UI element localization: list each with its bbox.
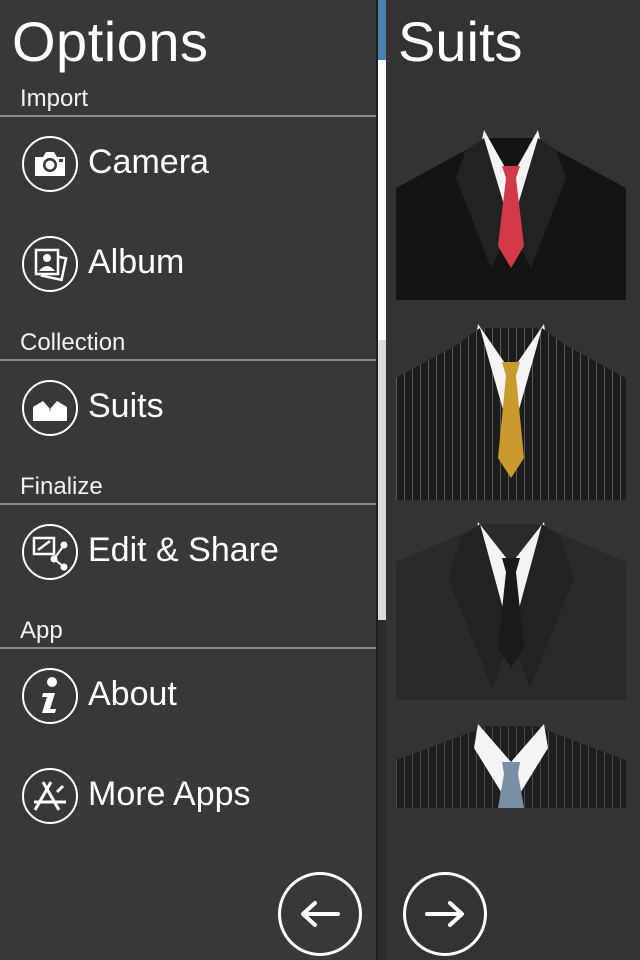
suit-icon [22, 380, 78, 436]
menu-item-suits[interactable]: Suits [0, 358, 376, 458]
suit-image [396, 318, 626, 500]
menu-label-edit-share: Edit & Share [88, 531, 279, 569]
section-label-app: App [20, 617, 63, 644]
menu-label-suits: Suits [88, 387, 164, 425]
camera-icon [22, 136, 78, 192]
album-icon [22, 236, 78, 292]
info-icon [22, 668, 78, 724]
suits-panel: Suits [386, 0, 640, 960]
arrow-left-icon [301, 901, 340, 927]
menu-item-album[interactable]: Album [0, 214, 376, 314]
suit-image [396, 518, 626, 700]
back-button[interactable] [278, 872, 362, 956]
app-store-icon [22, 768, 78, 824]
section-label-finalize: Finalize [20, 473, 103, 500]
section-label-collection: Collection [20, 329, 126, 356]
menu-item-edit-share[interactable]: Edit & Share [0, 502, 376, 602]
options-drawer: Options Import Camera Album Collection S… [0, 0, 376, 960]
menu-label-camera: Camera [88, 143, 209, 181]
menu-item-more-apps[interactable]: More Apps [0, 746, 376, 846]
menu-label-more-apps: More Apps [88, 775, 251, 813]
section-label-import: Import [20, 85, 89, 112]
suit-thumbnail-1[interactable] [396, 118, 626, 300]
menu-label-album: Album [88, 243, 185, 281]
drawer-shadow-edge [376, 0, 378, 960]
menu-item-about[interactable]: About [0, 646, 376, 746]
menu-item-camera[interactable]: Camera [0, 114, 376, 214]
arrow-right-icon [425, 901, 464, 927]
panel-title: Suits [398, 10, 523, 73]
suit-thumbnail-2[interactable] [396, 318, 626, 500]
suit-image [396, 118, 626, 300]
suit-thumbnail-3[interactable] [396, 518, 626, 700]
suit-thumbnail-4[interactable] [396, 718, 626, 808]
drawer-title: Options [12, 10, 209, 73]
next-button[interactable] [403, 872, 487, 956]
edit-share-icon [22, 524, 78, 580]
suit-image [396, 718, 626, 808]
menu-label-about: About [88, 675, 177, 713]
